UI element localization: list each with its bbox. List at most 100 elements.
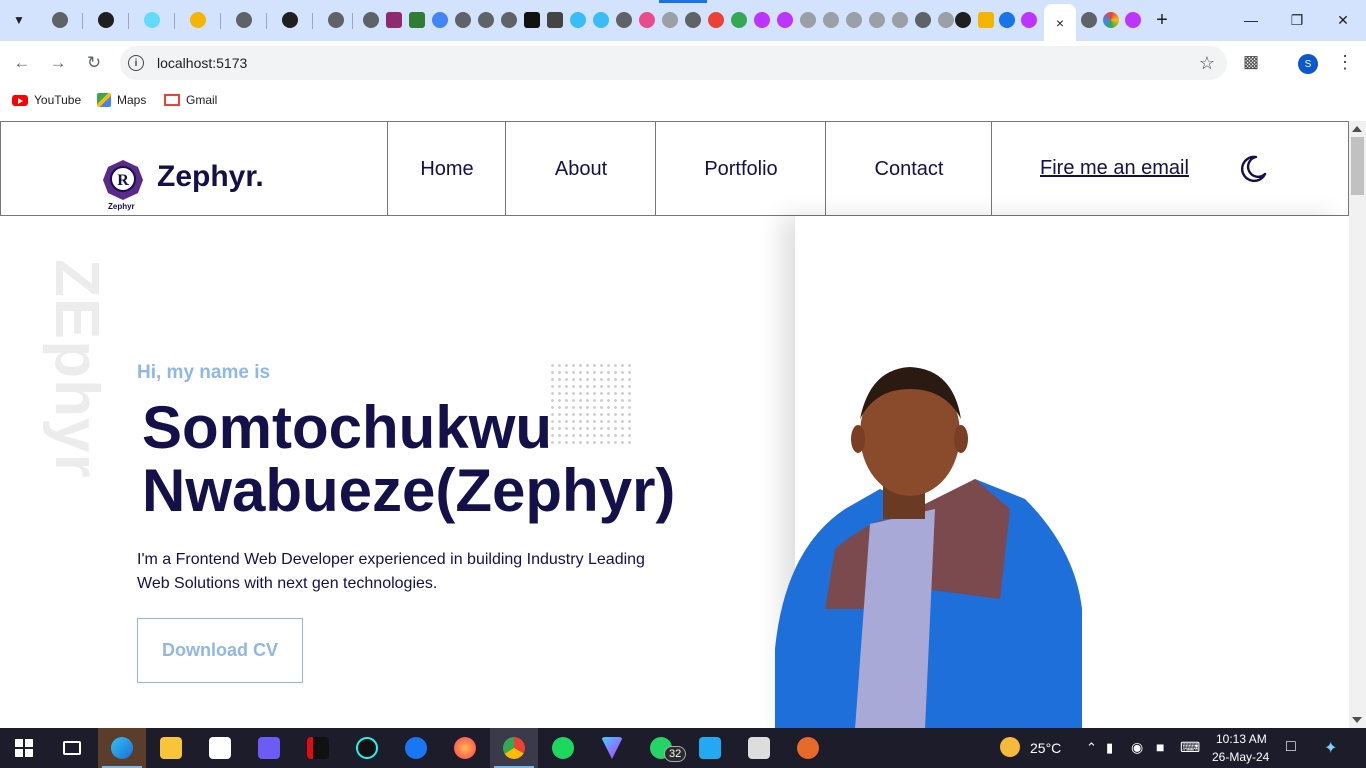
temperature-text[interactable]: 25°C [1030, 740, 1061, 756]
tab-favicon-github[interactable] [279, 6, 301, 34]
active-tab[interactable]: × [1044, 4, 1076, 41]
minimize-button[interactable]: — [1228, 6, 1274, 34]
back-button[interactable]: ← [8, 49, 36, 77]
tab-favicon-google[interactable] [429, 6, 451, 34]
task-view-button[interactable] [48, 728, 96, 768]
taskbar-vite[interactable] [588, 728, 636, 768]
bookmark-maps[interactable]: Maps [97, 93, 146, 107]
network-globe-icon[interactable]: ◉ [1131, 739, 1143, 756]
close-tab-icon[interactable]: × [1056, 15, 1064, 31]
tab-favicon-react[interactable] [141, 6, 163, 34]
url-text[interactable]: localhost:5173 [157, 55, 247, 71]
download-cv-button[interactable]: Download CV [137, 618, 303, 683]
weather-icon[interactable] [1000, 737, 1020, 757]
tab-favicon-globe[interactable] [682, 6, 704, 34]
tab-favicon-globe[interactable] [233, 6, 255, 34]
taskbar-vscode[interactable] [686, 728, 734, 768]
restore-button[interactable]: ❐ [1274, 6, 1320, 34]
taskbar-spotify[interactable] [539, 728, 587, 768]
keyboard-icon[interactable]: ⌨ [1180, 739, 1200, 756]
browser-menu-icon[interactable]: ⋮ [1336, 52, 1354, 73]
taskbar-chrome[interactable] [490, 728, 538, 768]
taskbar-app[interactable] [245, 728, 293, 768]
tab-favicon-instagram[interactable] [383, 6, 405, 34]
tab-favicon-globe[interactable] [49, 6, 71, 34]
taskbar-firefox[interactable] [441, 728, 489, 768]
taskbar-file-explorer[interactable] [147, 728, 195, 768]
tab-favicon-globe[interactable] [1078, 6, 1100, 34]
nav-portfolio[interactable]: Portfolio [655, 122, 826, 216]
tab-favicon-globe[interactable] [498, 6, 520, 34]
close-window-button[interactable]: ✕ [1320, 6, 1366, 34]
tab-favicon-vue[interactable] [843, 6, 865, 34]
tab-search-button[interactable]: ▼ [6, 7, 32, 33]
tab-favicon-globe[interactable] [912, 6, 934, 34]
tab-favicon-app[interactable] [544, 6, 566, 34]
taskbar-store[interactable] [196, 728, 244, 768]
nav-about[interactable]: About [505, 122, 656, 216]
tab-favicon-tailwind[interactable] [590, 6, 612, 34]
tab-favicon-app[interactable] [187, 6, 209, 34]
tab-favicon-globe[interactable] [613, 6, 635, 34]
scroll-up-arrow[interactable] [1352, 126, 1362, 132]
speaker-icon[interactable]: ■ [1156, 739, 1164, 755]
taskbar-snipping-tool[interactable] [784, 728, 832, 768]
email-link[interactable]: Fire me an email [1040, 157, 1189, 180]
extensions-icon[interactable]: ▩ [1243, 52, 1265, 74]
tab-favicon-vite[interactable] [774, 6, 796, 34]
tab-favicon-dribbble[interactable] [636, 6, 658, 34]
scroll-down-arrow[interactable] [1352, 717, 1362, 723]
tab-favicon-vite[interactable] [1122, 6, 1144, 34]
taskbar-edge[interactable] [98, 728, 146, 768]
taskbar-app[interactable] [735, 728, 783, 768]
forward-button[interactable]: → [44, 49, 72, 77]
bookmark-gmail[interactable]: Gmail [164, 93, 217, 107]
tab-favicon-github[interactable] [95, 6, 117, 34]
start-button[interactable] [0, 728, 48, 768]
tab-favicon-vue[interactable] [889, 6, 911, 34]
tab-favicon-github[interactable] [952, 6, 974, 34]
nav-home[interactable]: Home [387, 122, 506, 216]
new-tab-button[interactable]: + [1150, 8, 1174, 32]
tab-favicon-google[interactable] [705, 6, 727, 34]
tab-favicon-tailwind[interactable] [567, 6, 589, 34]
taskbar-tiktok[interactable] [343, 728, 391, 768]
brand-logo-icon[interactable]: R [102, 159, 144, 201]
profile-avatar[interactable]: S [1298, 54, 1318, 74]
tab-favicon-app[interactable] [1100, 6, 1122, 34]
site-info-icon[interactable]: i [128, 55, 144, 71]
tab-favicon-globe[interactable] [325, 6, 347, 34]
tab-favicon-app[interactable] [521, 6, 543, 34]
taskbar-netflix[interactable] [294, 728, 342, 768]
battery-icon[interactable]: ▮ [1106, 740, 1113, 756]
nav-contact[interactable]: Contact [825, 122, 992, 216]
brand-name[interactable]: Zephyr. [157, 160, 264, 194]
notifications-icon[interactable]: □ [1286, 738, 1296, 756]
dark-mode-toggle-icon[interactable] [1238, 154, 1268, 184]
tab-favicon-globe[interactable] [452, 6, 474, 34]
tab-favicon-vue[interactable] [659, 6, 681, 34]
tab-favicon-app[interactable] [797, 6, 819, 34]
taskbar-facebook[interactable] [392, 728, 440, 768]
tab-favicon-app[interactable] [975, 6, 997, 34]
scroll-thumb[interactable] [1351, 137, 1364, 195]
reload-button[interactable]: ↻ [80, 49, 108, 77]
tab-favicon-w[interactable] [406, 6, 428, 34]
address-bar[interactable]: i localhost:5173 ☆ [120, 46, 1227, 80]
bookmark-youtube[interactable]: YouTube [12, 93, 81, 107]
clock-date[interactable]: 26-May-24 [1212, 750, 1269, 764]
app-icon [190, 12, 206, 28]
page-scrollbar[interactable] [1349, 121, 1366, 728]
tab-favicon-vite[interactable] [751, 6, 773, 34]
tab-favicon-download[interactable] [996, 6, 1018, 34]
tab-favicon-vue[interactable] [820, 6, 842, 34]
bookmark-star-icon[interactable]: ☆ [1199, 53, 1215, 74]
tab-favicon-globe[interactable] [360, 6, 382, 34]
tab-favicon-google[interactable] [728, 6, 750, 34]
clock-time[interactable]: 10:13 AM [1216, 732, 1267, 746]
tab-favicon-globe[interactable] [475, 6, 497, 34]
copilot-icon[interactable]: ✦ [1324, 738, 1337, 758]
tab-favicon-vue[interactable] [866, 6, 888, 34]
tab-favicon-vite[interactable] [1018, 6, 1040, 34]
tray-chevron-icon[interactable]: ⌃ [1086, 740, 1097, 756]
